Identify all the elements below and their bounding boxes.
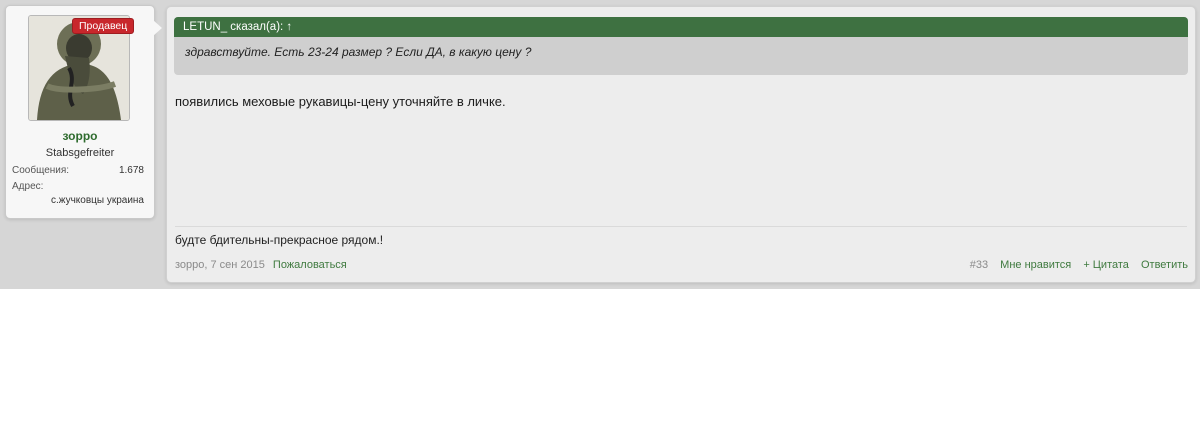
reply-link[interactable]: Ответить bbox=[1141, 259, 1188, 271]
author-date[interactable]: зорро, 7 сен 2015 bbox=[175, 259, 265, 271]
quote-block: LETUN_ сказал(а): ↑ здравствуйте. Есть 2… bbox=[174, 17, 1188, 75]
address-label: Адрес: bbox=[12, 181, 44, 192]
user-panel-arrow bbox=[153, 20, 162, 36]
report-link[interactable]: Пожаловаться bbox=[273, 259, 347, 271]
post-signature: будте бдительны-прекрасное рядом.! bbox=[175, 233, 384, 247]
address-value: с.жучковцы украина bbox=[50, 195, 144, 206]
post-message: появились меховые рукавицы-цену уточняйт… bbox=[175, 94, 506, 109]
post-container: LETUN_ сказал(а): ↑ здравствуйте. Есть 2… bbox=[166, 6, 1196, 283]
messages-label: Сообщения: bbox=[12, 165, 70, 176]
quote-text: здравствуйте. Есть 23-24 размер ? Если Д… bbox=[185, 45, 532, 59]
post-meta-left: зорро, 7 сен 2015 Пожаловаться bbox=[175, 259, 347, 271]
quote-author[interactable]: LETUN_ сказал(а): ↑ bbox=[174, 17, 1188, 37]
post-actions: #33 Мне нравится + Цитата Ответить bbox=[961, 259, 1188, 271]
seller-badge: Продавец bbox=[72, 18, 135, 34]
like-link[interactable]: Мне нравится bbox=[1000, 259, 1071, 271]
user-info-panel: Продавец зорро Stabsgefreiter Сообщения:… bbox=[5, 5, 155, 219]
post-number[interactable]: #33 bbox=[970, 259, 988, 271]
username-link[interactable]: зорро bbox=[6, 129, 154, 143]
signature-divider bbox=[175, 226, 1187, 227]
messages-count[interactable]: 1.678 bbox=[119, 165, 144, 176]
user-rank: Stabsgefreiter bbox=[45, 147, 115, 159]
quote-link[interactable]: + Цитата bbox=[1083, 259, 1129, 271]
